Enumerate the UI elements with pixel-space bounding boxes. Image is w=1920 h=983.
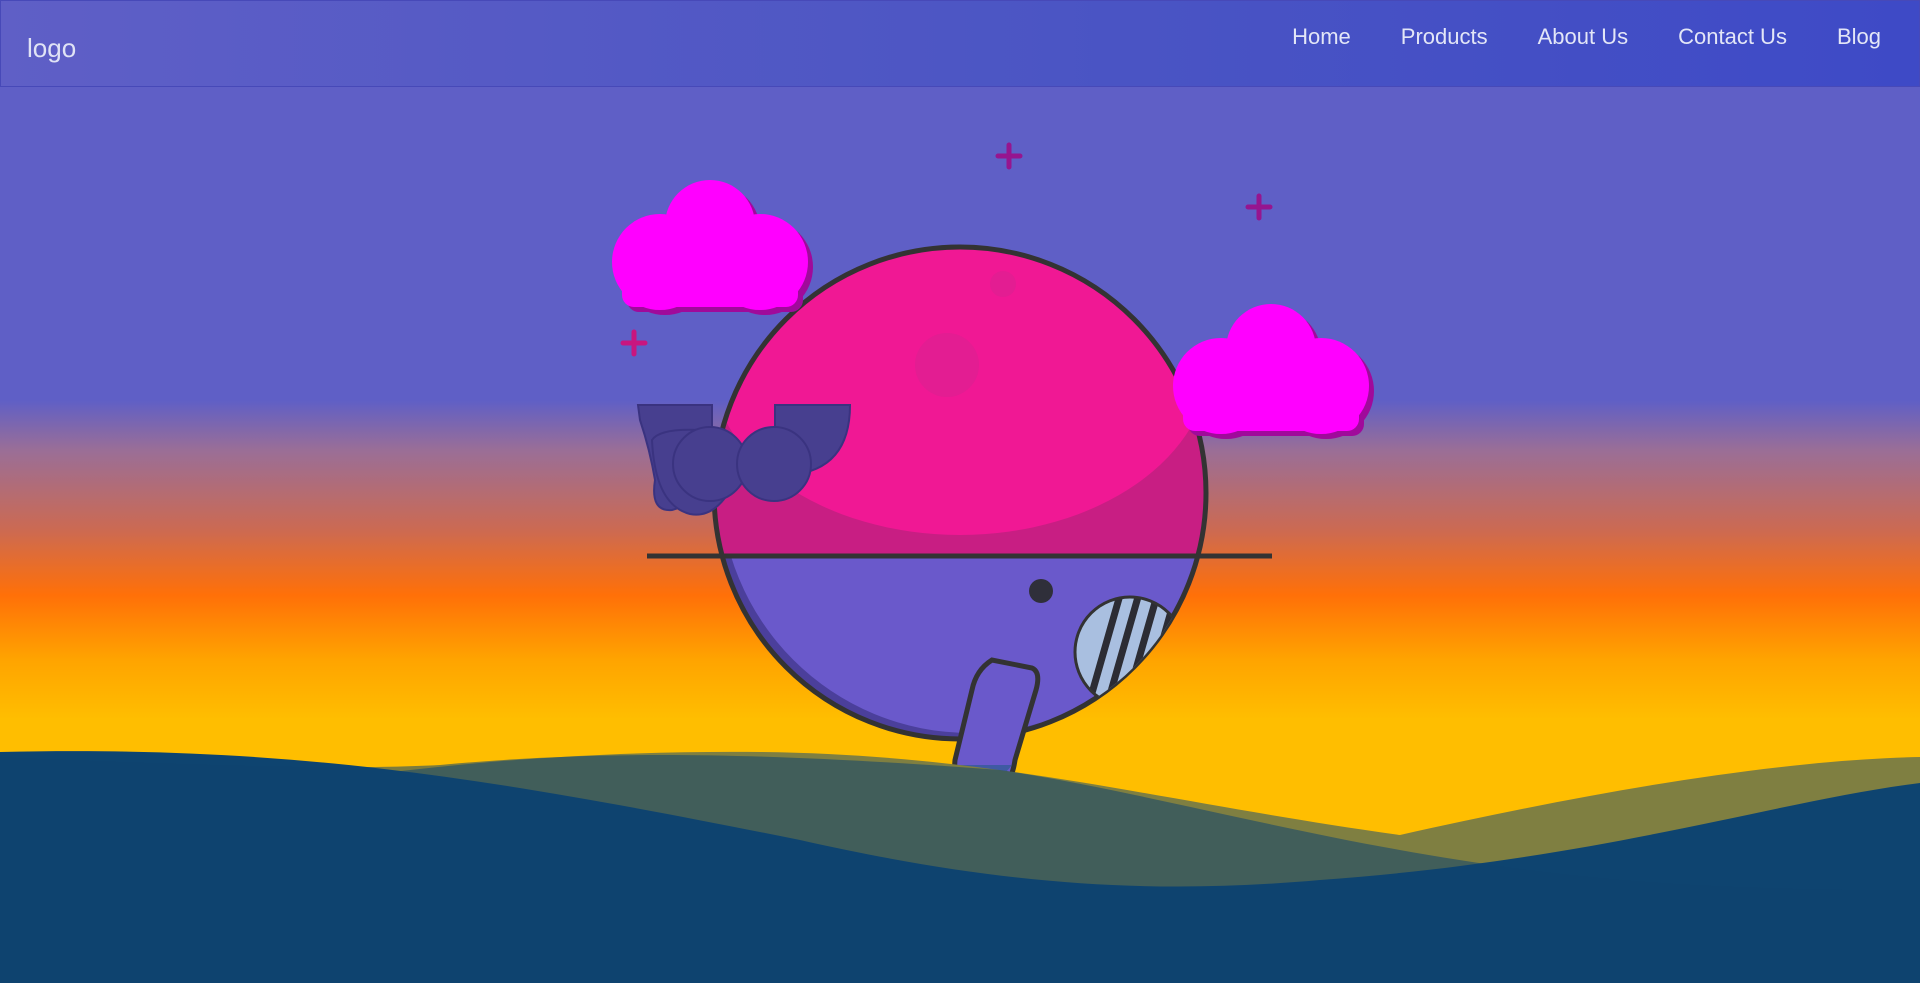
hero-illustration: [0, 142, 1920, 983]
cloud-icon: [612, 180, 813, 315]
sparkle-icon: [1245, 193, 1273, 221]
sparkle-icon: [995, 142, 1023, 170]
sparkle-icon: [620, 329, 648, 357]
cloud-icon: [1173, 304, 1374, 439]
sea-waves: [0, 751, 1920, 983]
